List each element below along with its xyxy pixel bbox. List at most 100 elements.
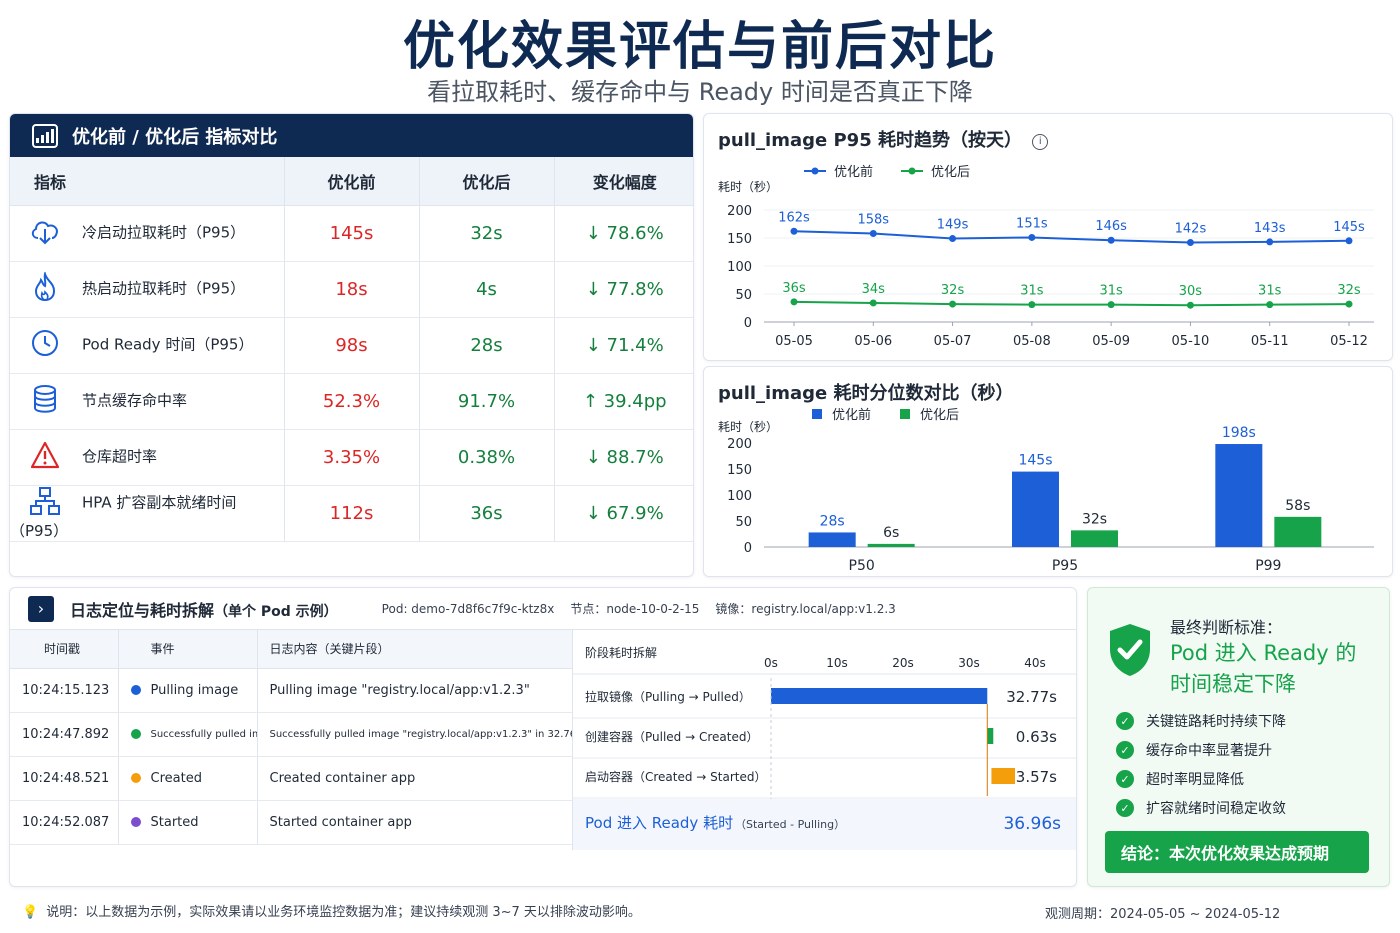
check-icon: ✓ (1116, 712, 1134, 730)
data-label: 149s (937, 218, 969, 233)
log-content: Successfully pulled image "registry.loca… (257, 712, 573, 757)
metric-change: ↓ 71.4% (554, 317, 693, 374)
data-label: 145s (1333, 220, 1365, 235)
log-panel-title-text: 日志定位与耗时拆解 (70, 600, 215, 620)
log-panel-title: 日志定位与耗时拆解（单个 Pod 示例） (70, 597, 338, 621)
data-point (1266, 238, 1274, 246)
metrics-panel-title: 优化前 / 优化后 指标对比 (72, 126, 278, 148)
data-label: 34s (862, 282, 886, 297)
check-item: ✓ 关键链路耗时持续下降 (1116, 711, 1286, 731)
bar (808, 532, 856, 547)
metric-name: Pod Ready 时间（P95） (82, 335, 254, 354)
check-label: 关键链路耗时持续下降 (1146, 714, 1286, 730)
pod-name: Pod: demo-7d8f6c7f9c-ktz8x (381, 601, 555, 616)
x-tick-label: 05-06 (854, 334, 892, 349)
time-tick-label: 40s (1024, 656, 1046, 670)
stage-bar (771, 688, 988, 704)
y-tick-label: 0 (744, 541, 752, 556)
time-tick-label: 20s (892, 656, 914, 670)
observation-period: 观测周期：2024-05-05 ~ 2024-05-12 (1045, 907, 1281, 922)
metric-row: 仓库超时率 3.35% 0.38% ↓ 88.7% (10, 429, 693, 486)
clock-icon (28, 329, 62, 361)
col-header-after: 优化后 (419, 157, 555, 206)
trend-chart-panel: pull_image P95 耗时趋势（按天） i 优化前 优化后 耗时（秒） 0 50… (703, 113, 1393, 361)
data-label: 32s (1337, 283, 1361, 298)
chevron-right-icon[interactable]: › (28, 595, 54, 622)
footnote-text: 说明：以上数据为示例，实际效果请以业务环境监控数据为准；建议持续观测 3~7 天… (46, 905, 641, 920)
metric-name-cell: 热启动拉取耗时（P95） (10, 261, 285, 318)
y-tick-label: 50 (735, 288, 752, 303)
col-header-before: 优化前 (284, 157, 420, 206)
metric-before: 3.35% (284, 429, 420, 486)
x-tick-label: 05-12 (1330, 334, 1368, 349)
metric-change: ↓ 78.6% (554, 205, 693, 262)
event-status-dot (130, 817, 141, 827)
metric-after: 91.7% (419, 373, 555, 430)
data-label: 28s (820, 513, 845, 529)
data-point (1028, 301, 1036, 309)
metrics-comparison-panel: 优化前 / 优化后 指标对比 指标 优化前 优化后 变化幅度 冷启动拉取耗时（P… (9, 113, 694, 577)
verdict-banner: 结论：本次优化效果达成预期 (1105, 831, 1369, 873)
data-label: 36s (782, 281, 806, 296)
x-tick-label: P99 (1255, 558, 1281, 574)
total-note: （Started - Pulling） (735, 818, 845, 831)
metrics-panel-header: 优化前 / 优化后 指标对比 (10, 114, 693, 157)
col-header-log: 日志内容（关键片段） (257, 630, 573, 669)
log-event: Started (150, 814, 199, 830)
image-name: 镜像：registry.local/app:v1.2.3 (715, 602, 896, 616)
y-tick-label: 200 (727, 437, 752, 452)
log-event: Pulling image (150, 682, 239, 698)
node-name: 节点：node-10-0-2-15 (570, 602, 700, 616)
y-axis-label: 耗时（秒） (718, 420, 778, 434)
col-header-event: 事件 (118, 630, 258, 669)
log-timestamp: 10:24:47.892 (10, 712, 119, 757)
stage-row: 拉取镜像（Pulling → Pulled） 32.77s (585, 688, 1057, 706)
data-label: 58s (1285, 498, 1310, 514)
log-row: 10:24:52.087 Started Started container app (10, 800, 573, 845)
legend-item: 优化前 (812, 407, 871, 423)
log-panel-header: › 日志定位与耗时拆解（单个 Pod 示例） Pod: demo-7d8f6c7… (10, 588, 1076, 630)
data-label: 145s (1018, 453, 1052, 469)
data-point (869, 299, 877, 307)
y-tick-label: 50 (735, 515, 752, 530)
metric-row: 节点缓存命中率 52.3% 91.7% ↑ 39.4pp (10, 373, 693, 430)
x-tick-label: P50 (849, 558, 875, 574)
stage-name: 拉取镜像（Pulling → Pulled） (585, 689, 751, 704)
y-tick-label: 100 (727, 489, 752, 504)
metric-after: 28s (419, 317, 555, 374)
metric-change: ↓ 88.7% (554, 429, 693, 486)
check-item: ✓ 缓存命中率显著提升 (1116, 740, 1272, 760)
metric-change: ↑ 39.4pp (554, 373, 693, 430)
stage-name: 启动容器（Created → Started） (585, 769, 767, 784)
data-label: 32s (941, 283, 965, 298)
stage-duration: 0.63s (1016, 728, 1057, 746)
metric-after: 36s (419, 485, 555, 542)
log-table: 时间戳 事件 日志内容（关键片段） 10:24:15.123 Pulling im… (10, 630, 573, 845)
svg-text:优化后: 优化后 (920, 408, 959, 423)
stage-gantt: 0s 10s 20s 30s 40s 拉取镜像（Pulling → Pulled） 32.7… (573, 656, 1076, 850)
metric-before: 112s (284, 485, 420, 542)
data-label: 31s (1099, 284, 1123, 299)
metric-before: 98s (284, 317, 420, 374)
metric-name: 热启动拉取耗时（P95） (82, 279, 246, 298)
data-label: 6s (883, 525, 899, 541)
metric-after: 32s (419, 205, 555, 262)
bar (1215, 444, 1263, 547)
y-tick-label: 150 (727, 463, 752, 478)
check-item: ✓ 超时率明显降低 (1116, 769, 1244, 789)
shield-check-icon (1110, 624, 1150, 676)
col-header-change: 变化幅度 (554, 157, 693, 206)
stage-name: 创建容器（Pulled → Created） (585, 729, 758, 744)
metric-after: 0.38% (419, 429, 555, 486)
x-tick-label: P95 (1052, 558, 1078, 574)
metric-row: 冷启动拉取耗时（P95） 145s 32s ↓ 78.6% (10, 205, 693, 262)
data-point (1028, 233, 1036, 241)
bar (867, 543, 915, 547)
metric-name: 节点缓存命中率 (82, 391, 188, 410)
data-point (1107, 236, 1115, 244)
data-point (1345, 300, 1353, 308)
log-panel-title-suffix: （单个 Pod 示例） (214, 603, 338, 620)
col-header-metric: 指标 (10, 157, 285, 206)
log-timestamp: 10:24:15.123 (10, 668, 119, 713)
nodes-icon (28, 486, 62, 520)
